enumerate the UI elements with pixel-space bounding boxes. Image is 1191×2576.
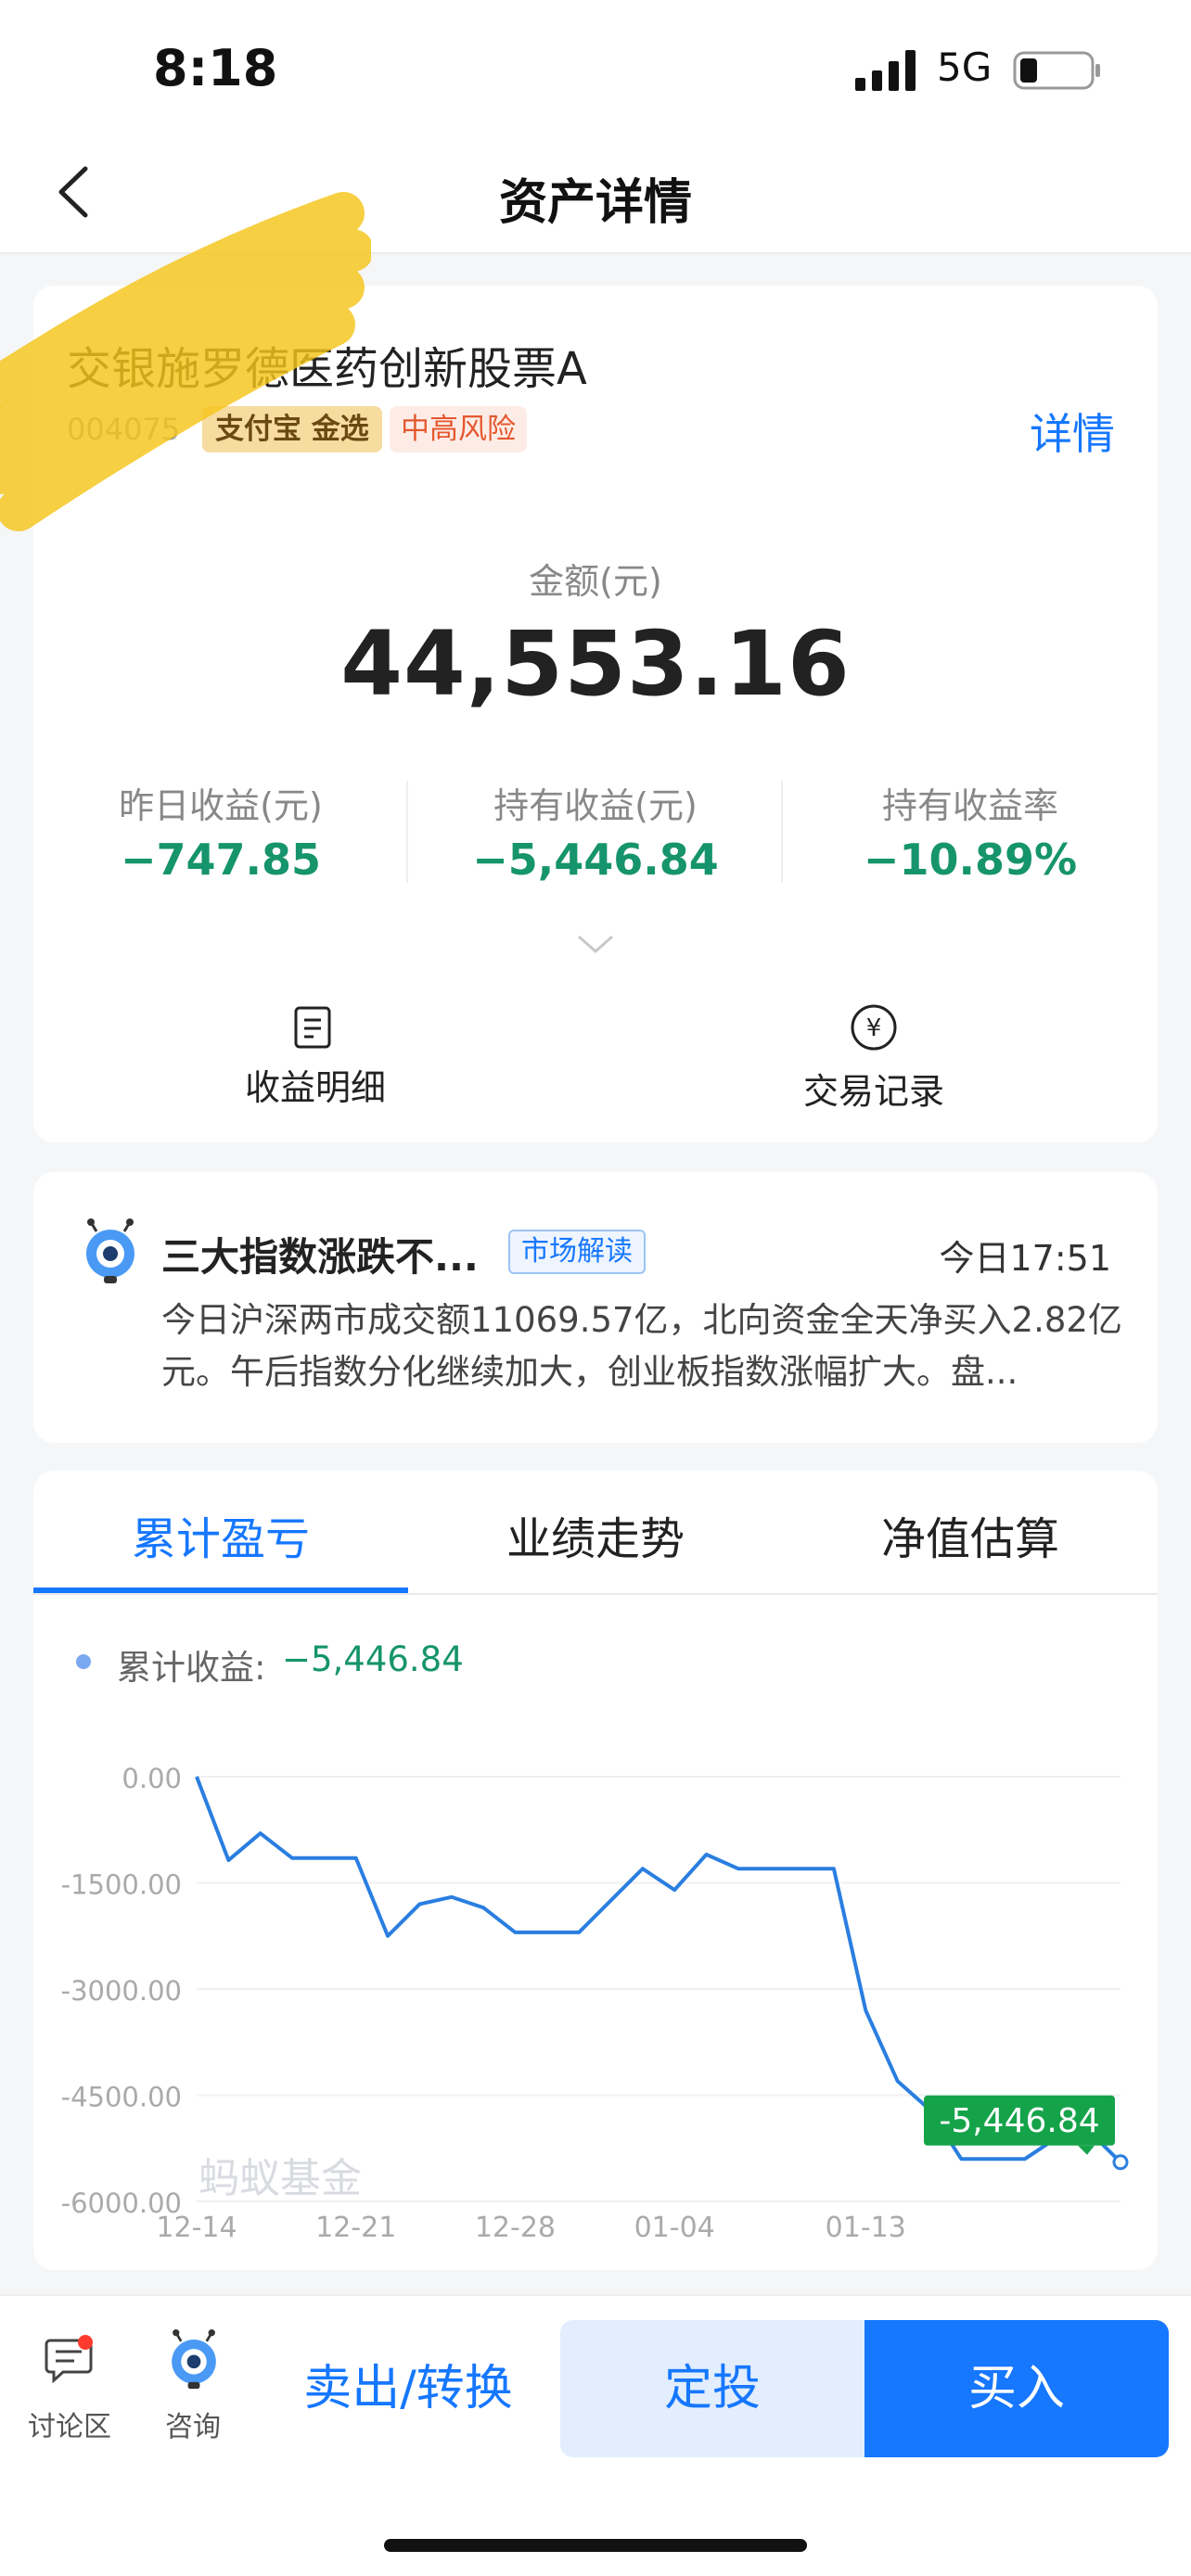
- news-body[interactable]: 今日沪深两市成交额11069.57亿，北向资金全天净买入2.82亿元。午后指数分…: [161, 1294, 1122, 1398]
- svg-text:¥: ¥: [866, 1014, 882, 1042]
- yesterday-profit-value: −747.85: [120, 835, 322, 885]
- x-tick-label: 12-28: [475, 2212, 556, 2244]
- robot-mascot-icon: [86, 1218, 134, 1283]
- yesterday-profit-label: 昨日收益(元): [119, 785, 323, 826]
- trade-record-button[interactable]: 交易记录: [753, 1063, 994, 1114]
- active-tab-indicator: [33, 1588, 408, 1593]
- discuss-button[interactable]: 讨论区: [19, 2404, 121, 2444]
- news-title[interactable]: 三大指数涨跌不...: [161, 1226, 479, 1282]
- robot-mascot-icon[interactable]: [165, 2329, 223, 2391]
- y-tick-label: -3000.00: [61, 1975, 182, 2007]
- x-tick-label: 01-04: [634, 2212, 715, 2244]
- amount-label: 金额(元): [529, 561, 662, 602]
- status-time: 8:18: [153, 39, 278, 97]
- tab-divider: [33, 1593, 1158, 1595]
- tab-performance-trend[interactable]: 业绩走势: [408, 1502, 783, 1567]
- y-tick-label: -1500.00: [61, 1869, 182, 1901]
- home-indicator: [384, 2539, 807, 2552]
- news-time: 今日17:51: [939, 1238, 1111, 1279]
- profit-detail-button[interactable]: 收益明细: [195, 1059, 436, 1110]
- detail-link[interactable]: 详情: [1030, 401, 1115, 462]
- stat-divider: [406, 781, 408, 883]
- watermark: 蚂蚁基金: [198, 2155, 362, 2202]
- document-icon[interactable]: [293, 1005, 332, 1050]
- consult-button[interactable]: 咨询: [147, 2404, 239, 2444]
- y-tick-label: -4500.00: [61, 2082, 182, 2113]
- platform-badge: 支付宝 金选: [202, 406, 382, 453]
- x-tick-label: 12-14: [156, 2212, 237, 2244]
- buy-button[interactable]: 买入: [864, 2320, 1169, 2457]
- fund-code: 004075: [67, 412, 181, 447]
- legend-value: −5,446.84: [282, 1639, 464, 1679]
- holding-profit-label: 持有收益(元): [493, 785, 698, 826]
- tab-nav-estimate[interactable]: 净值估算: [783, 1502, 1158, 1567]
- holding-profit-value: −5,446.84: [472, 835, 719, 885]
- end-label-pointer: [1078, 2145, 1095, 2155]
- network-label: 5G: [937, 45, 992, 90]
- chevron-down-icon[interactable]: [575, 931, 616, 959]
- news-tag: 市场解读: [508, 1230, 646, 1274]
- x-tick-label: 01-13: [826, 2212, 906, 2244]
- battery-icon: [1013, 51, 1100, 90]
- dca-button[interactable]: 定投: [560, 2320, 864, 2457]
- legend-dot: [76, 1654, 91, 1669]
- signal-icon: [855, 50, 916, 91]
- y-tick-label: 0.00: [122, 1763, 182, 1794]
- fund-name: 交银施罗德医药创新股票A: [67, 343, 587, 395]
- end-label-text: -5,446.84: [939, 2102, 1099, 2140]
- legend-label: 累计收益:: [117, 1648, 266, 1688]
- notification-dot: [78, 2335, 93, 2350]
- page-title: 资产详情: [498, 175, 692, 231]
- end-point: [1112, 2154, 1129, 2171]
- holding-rate-label: 持有收益率: [881, 785, 1058, 826]
- cumulative-pnl-chart[interactable]: 0.00-1500.00-3000.00-4500.00-6000.00蚂蚁基金…: [33, 1725, 1158, 2244]
- tab-cumulative-pnl[interactable]: 累计盈亏: [33, 1502, 408, 1567]
- stat-divider: [781, 781, 783, 883]
- sell-convert-button[interactable]: 卖出/转换: [288, 2320, 529, 2457]
- x-tick-label: 12-21: [315, 2212, 396, 2244]
- amount-value: 44,553.16: [340, 612, 851, 716]
- risk-badge: 中高风险: [390, 406, 527, 453]
- yen-circle-icon[interactable]: ¥: [850, 1003, 898, 1052]
- holding-rate-value: −10.89%: [863, 835, 1078, 885]
